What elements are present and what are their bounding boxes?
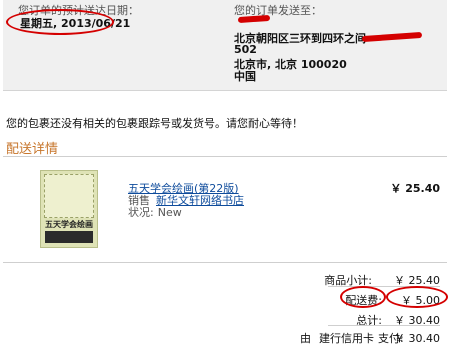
item-divider: [3, 262, 447, 263]
cover-band: [45, 231, 93, 243]
delivery-estimate-date: 星期五, 2013/06/21: [20, 17, 131, 30]
condition-label: 状况:: [128, 206, 154, 219]
item-price: ￥ 25.40: [390, 182, 440, 195]
book-cover-image[interactable]: 五天学会绘画: [40, 170, 98, 248]
item-condition: 状况: New: [128, 204, 182, 220]
tracking-notice: 您的包裹还没有相关的包裹跟踪号或发货号。请您耐心等待！: [6, 117, 303, 130]
payment-value: ￥ 30.40: [394, 332, 440, 345]
total-divider: [328, 325, 440, 326]
cover-illustration: [44, 174, 94, 218]
shipping-value: ￥ 5.00: [401, 294, 440, 307]
address-line-4: 中国: [234, 70, 256, 83]
payment-prefix: 由: [300, 332, 311, 345]
delivery-details-title: 配送详情: [6, 142, 59, 157]
subtotal-divider: [328, 286, 440, 287]
shipping-label: 配送费:: [345, 294, 382, 307]
payment-method: 建行信用卡: [319, 332, 374, 345]
condition-value: New: [157, 206, 182, 219]
cover-title: 五天学会绘画: [45, 220, 93, 229]
address-line-2: 502: [234, 43, 257, 56]
section-divider: [3, 156, 447, 157]
